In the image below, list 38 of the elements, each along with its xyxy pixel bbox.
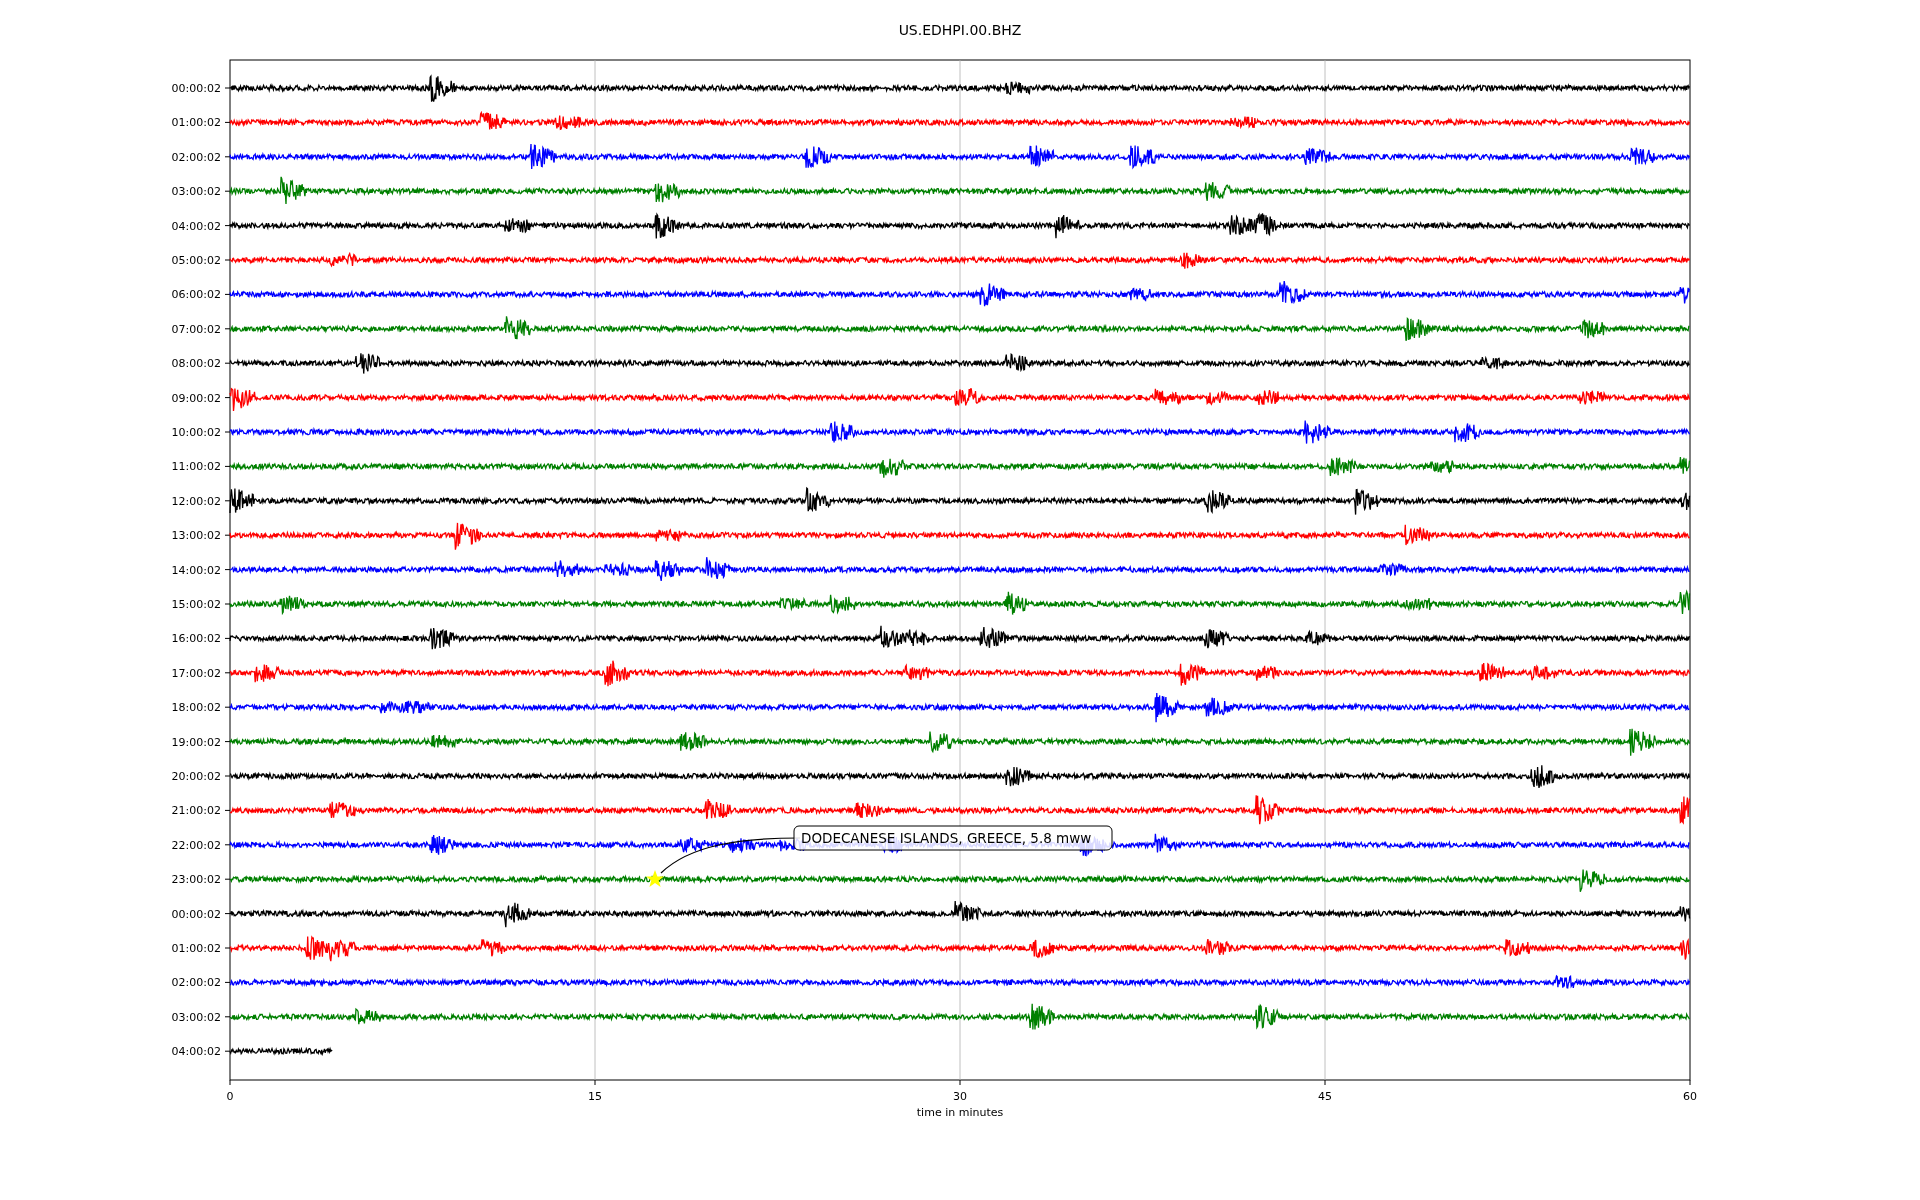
axis-tick-label: 15 [588, 1090, 602, 1103]
axis-tick-label: 0 [226, 1090, 234, 1103]
star-icon [646, 870, 664, 887]
time-label: 20:00:02 [171, 770, 221, 783]
time-label: 14:00:02 [171, 563, 221, 577]
time-label: 01:00:02 [171, 116, 221, 130]
time-label: 21:00:02 [171, 804, 221, 818]
time-label: 15:00:02 [171, 598, 221, 611]
time-label: 16:00:02 [171, 632, 221, 646]
axis-tick-label: 30 [953, 1090, 967, 1103]
time-label: 03:00:02 [171, 1010, 221, 1024]
time-label: 04:00:02 [171, 1045, 221, 1059]
time-label: 02:00:02 [171, 976, 221, 990]
time-label: 08:00:02 [171, 357, 221, 371]
time-label: 00:00:02 [171, 907, 221, 921]
time-label: 12:00:02 [171, 494, 221, 508]
time-label: 10:00:02 [171, 426, 221, 439]
time-label: 11:00:02 [171, 460, 221, 474]
time-label: 06:00:02 [171, 288, 221, 302]
time-label: 23:00:02 [171, 873, 221, 887]
time-label: 19:00:02 [171, 735, 221, 749]
chart-title: US.EDHPI.00.BHZ [898, 22, 1022, 38]
time-label: 04:00:02 [171, 219, 221, 233]
time-label: 00:00:02 [171, 82, 221, 95]
time-label: 07:00:02 [171, 322, 221, 336]
axis-tick-label: 60 [1683, 1090, 1697, 1103]
time-label: 05:00:02 [171, 254, 221, 267]
time-label: 01:00:02 [171, 942, 221, 955]
axis-title: time in minutes [916, 1106, 1004, 1119]
time-label: 13:00:02 [171, 529, 221, 543]
time-label: 17:00:02 [171, 666, 221, 680]
time-label: 18:00:02 [171, 701, 221, 715]
time-label: 02:00:02 [171, 150, 221, 164]
time-label: 22:00:02 [171, 838, 221, 852]
time-label: 09:00:02 [171, 391, 221, 405]
time-label: 03:00:02 [171, 185, 221, 199]
axis-tick-label: 45 [1318, 1090, 1332, 1103]
event-callout: DODECANESE ISLANDS, GREECE, 5.8 mww [793, 825, 1113, 851]
